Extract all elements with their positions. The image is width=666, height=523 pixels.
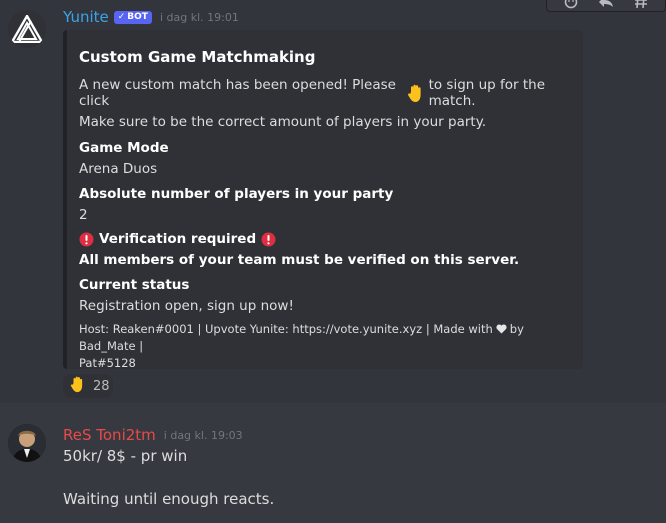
bot-badge: ✓ BOT — [113, 10, 152, 24]
field-name-verification-text: Verification required — [99, 231, 257, 247]
reaction-raised-hand[interactable]: 28 — [63, 374, 113, 398]
footer-text: Host: Reaken#0001 | Upvote Yunite: https… — [79, 322, 493, 336]
reply-icon[interactable] — [597, 0, 615, 9]
matchmaking-embed: Custom Game Matchmaking A new custom mat… — [63, 30, 583, 372]
field-value-status: Registration open, sign up now! — [79, 298, 294, 314]
footer-text-line2: Pat#5128 — [79, 356, 136, 370]
embed-description-text: A new custom match has been opened! Plea… — [79, 77, 396, 109]
message-2-header: ReS Toni2tm i dag kl. 19:03 — [63, 425, 243, 445]
message-text: 50kr/ 8$ - pr win — [63, 447, 188, 465]
message-text: Waiting until enough reacts. — [63, 490, 275, 508]
message-timestamp[interactable]: i dag kl. 19:03 — [164, 429, 243, 442]
user-avatar[interactable] — [8, 424, 46, 462]
warning-icon — [79, 232, 94, 247]
embed-description-line2: Make sure to be the correct amount of pl… — [79, 114, 487, 130]
create-thread-icon[interactable] — [632, 0, 650, 9]
raised-hand-icon — [406, 83, 426, 103]
message-timestamp[interactable]: i dag kl. 19:01 — [160, 11, 239, 24]
heart-icon — [496, 324, 507, 334]
check-icon: ✓ — [117, 12, 126, 22]
raised-hand-icon — [69, 375, 87, 397]
field-name-status: Current status — [79, 277, 190, 293]
bot-badge-label: BOT — [127, 12, 148, 22]
embed-title: Custom Game Matchmaking — [79, 48, 316, 66]
field-value-players: 2 — [79, 207, 88, 223]
embed-description: A new custom match has been opened! Plea… — [79, 77, 583, 109]
warning-icon — [261, 232, 276, 247]
yunite-avatar[interactable] — [8, 10, 46, 48]
author-name[interactable]: ReS Toni2tm — [63, 426, 156, 444]
message-1-header: Yunite ✓ BOT i dag kl. 19:01 — [63, 7, 239, 27]
reaction-count: 28 — [93, 378, 110, 394]
author-name[interactable]: Yunite — [63, 8, 109, 26]
message-hover-toolbar — [546, 0, 666, 12]
field-name-verification: Verification required — [79, 231, 276, 247]
field-value-verification: All members of your team must be verifie… — [79, 252, 520, 268]
field-name-game-mode: Game Mode — [79, 140, 169, 156]
field-name-players: Absolute number of players in your party — [79, 186, 394, 202]
embed-footer: Host: Reaken#0001 | Upvote Yunite: https… — [79, 321, 559, 372]
field-value-game-mode: Arena Duos — [79, 161, 158, 177]
add-reaction-icon[interactable] — [562, 0, 580, 9]
embed-description-text-end: to sign up for the match. — [428, 77, 546, 109]
